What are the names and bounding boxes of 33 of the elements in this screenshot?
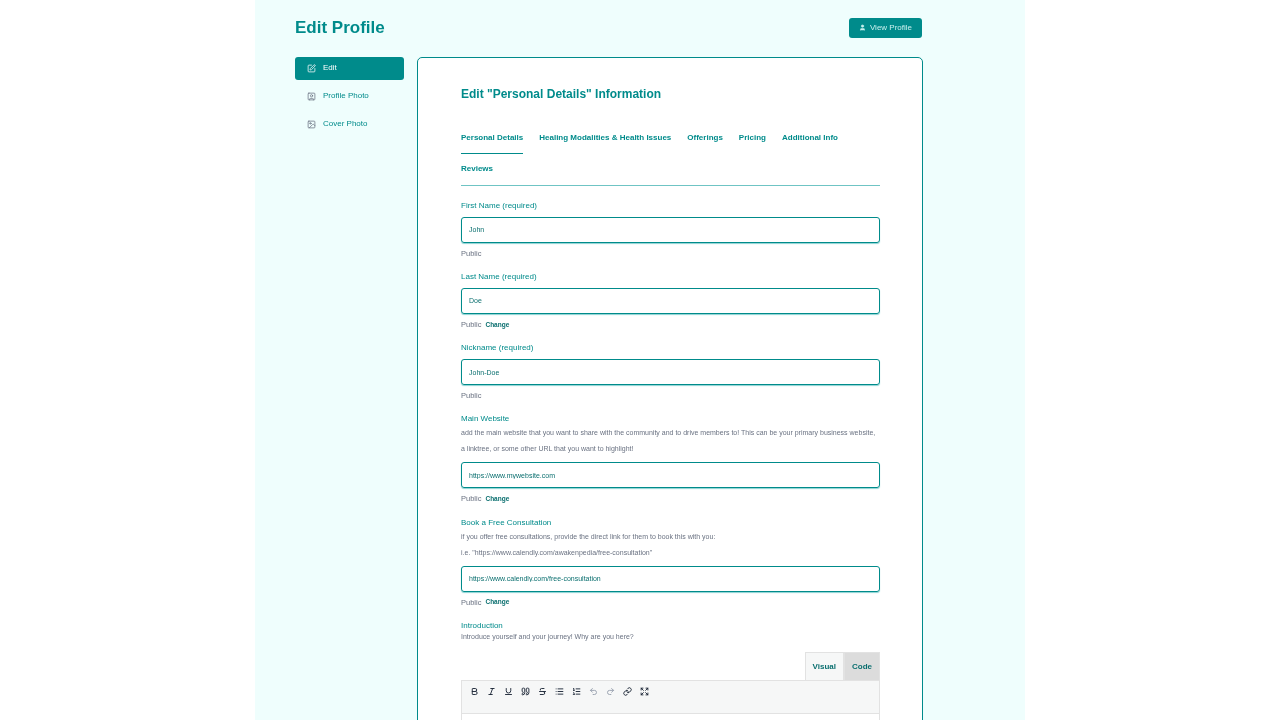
view-profile-button[interactable]: View Profile [848, 17, 922, 38]
form-tab[interactable]: Healing Modalities & Health Issues [539, 122, 672, 154]
cover-icon [307, 119, 316, 129]
form-tab[interactable]: Additional Info [782, 122, 838, 154]
italic-icon[interactable] [487, 687, 496, 697]
profile-icon [307, 91, 316, 101]
link-icon[interactable] [623, 687, 632, 697]
field-label: First Name (required) [461, 199, 538, 212]
form-tab[interactable]: Offerings [687, 122, 723, 154]
field-label: Last Name (required) [461, 270, 538, 283]
user-icon [858, 24, 866, 32]
field-label: Main Website [461, 413, 511, 426]
editor-tab[interactable]: Visual [804, 652, 844, 681]
fullscreen-icon[interactable] [640, 687, 649, 697]
field-label: Book a Free Consultation [461, 516, 553, 529]
sidebar-item[interactable]: Profile Photo [295, 84, 404, 108]
field-label: Introduction [461, 619, 504, 632]
bullet-list-icon[interactable] [555, 687, 564, 697]
underline-icon[interactable] [504, 687, 513, 697]
quote-icon[interactable] [521, 687, 530, 697]
bold-icon[interactable] [470, 687, 479, 697]
edit-icon [307, 63, 316, 73]
field-label: Nickname (required) [461, 342, 535, 354]
page-title: Edit Profile [295, 17, 385, 39]
form-tab[interactable]: Pricing [738, 122, 766, 154]
form-tab[interactable]: Reviews [461, 153, 494, 185]
form-tab[interactable]: Personal Details [461, 122, 524, 154]
editor-tab[interactable]: Code [844, 652, 880, 681]
sidebar-item[interactable]: Edit [295, 56, 404, 80]
form-heading: Edit "Personal Details" Information [461, 85, 663, 103]
numbered-list-icon[interactable] [572, 687, 581, 697]
sidebar-item[interactable]: Cover Photo [295, 112, 404, 136]
strikethrough-icon[interactable] [538, 687, 547, 697]
